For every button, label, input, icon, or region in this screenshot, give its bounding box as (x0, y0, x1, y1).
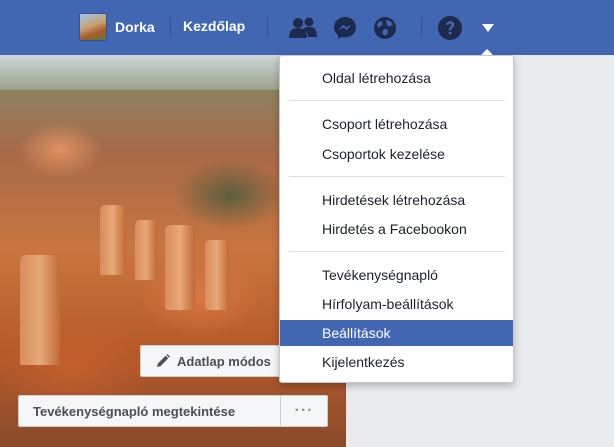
menu-item-news-feed-preferences[interactable]: Hírfolyam-beállítások (280, 291, 513, 317)
more-options-button[interactable]: ··· (281, 396, 327, 426)
menu-separator (289, 251, 505, 252)
menu-separator (289, 100, 505, 101)
edit-profile-button[interactable]: Adatlap módos (140, 345, 300, 377)
activity-log-bar: Tevékenységnapló megtekintése ··· (18, 395, 328, 427)
pencil-icon (155, 353, 171, 369)
cover-rock (20, 255, 60, 365)
cover-rock (165, 225, 195, 310)
messenger-icon[interactable] (330, 13, 360, 43)
menu-item-manage-groups[interactable]: Csoportok kezelése (280, 141, 513, 167)
account-dropdown-menu: Oldal létrehozása Csoport létrehozása Cs… (279, 55, 514, 383)
menu-separator (289, 176, 505, 177)
menu-item-create-ads[interactable]: Hirdetések létrehozása (280, 187, 513, 213)
chevron-down-icon[interactable] (473, 13, 503, 43)
globe-icon[interactable] (370, 13, 400, 43)
menu-item-settings[interactable]: Beállítások (280, 320, 513, 346)
top-navigation-bar: Dorka Kezdőlap (0, 0, 614, 55)
menu-item-create-group[interactable]: Csoport létrehozása (280, 111, 513, 137)
menu-item-activity-log[interactable]: Tevékenységnapló (280, 262, 513, 288)
nav-divider (170, 17, 171, 37)
home-link[interactable]: Kezdőlap (183, 18, 245, 35)
view-activity-log-button[interactable]: Tevékenységnapló megtekintése (19, 396, 281, 426)
menu-item-advertise-on-facebook[interactable]: Hirdetés a Facebookon (280, 216, 513, 242)
cover-rock (205, 240, 229, 310)
friends-icon[interactable] (288, 13, 318, 43)
edit-profile-label: Adatlap módos (177, 353, 271, 369)
nav-divider (421, 17, 422, 37)
nav-divider (267, 17, 268, 37)
avatar (79, 13, 107, 41)
help-icon[interactable] (435, 13, 465, 43)
menu-item-create-page[interactable]: Oldal létrehozása (280, 65, 513, 91)
menu-item-log-out[interactable]: Kijelentkezés (280, 349, 513, 375)
cover-rock (100, 205, 126, 275)
cover-rock (135, 220, 157, 280)
profile-name: Dorka (115, 19, 155, 35)
profile-link[interactable]: Dorka (79, 12, 155, 42)
